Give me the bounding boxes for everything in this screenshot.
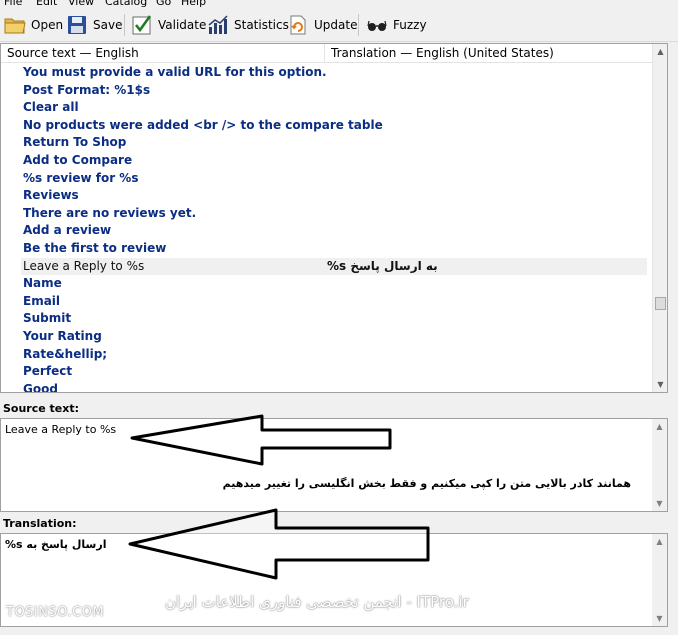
menu-help[interactable]: Help <box>181 0 206 8</box>
list-item[interactable]: Submit <box>21 310 647 328</box>
menu-edit[interactable]: Edit <box>36 0 57 8</box>
save-button[interactable]: Save <box>66 12 122 38</box>
translation-scrollbar[interactable]: ▲ ▼ <box>652 534 667 626</box>
column-header-translation[interactable]: Translation — English (United States) <box>331 46 554 60</box>
annotation-arrow-icon <box>130 414 392 466</box>
source-scrollbar[interactable]: ▲ ▼ <box>652 419 667 511</box>
list-item[interactable]: Leave a Reply to %s %s به ارسال پاسخ <box>21 257 647 276</box>
list-item-source: Email <box>23 293 61 308</box>
list-item[interactable]: Name <box>21 275 647 293</box>
column-divider[interactable] <box>324 44 325 63</box>
list-item[interactable]: Rate&hellip; <box>21 346 647 364</box>
scroll-up-icon[interactable]: ▲ <box>652 534 667 549</box>
folder-icon <box>4 18 26 34</box>
list-item[interactable]: Post Format: %1$s <box>21 82 647 100</box>
list-item[interactable]: Your Rating <box>21 328 647 346</box>
list-item[interactable]: There are no reviews yet. <box>21 205 647 223</box>
list-item-source: Submit <box>23 311 72 326</box>
document-refresh-icon <box>290 15 306 35</box>
list-item-source: No products were added <br /> to the com… <box>23 117 383 132</box>
annotation-arrow-icon <box>128 508 430 580</box>
watermark-right: ITPro.ir - انجمن تخصصی فناوری اطلاعات ای… <box>165 593 469 611</box>
list-item-source: %s review for %s <box>23 170 139 185</box>
list-item[interactable]: Reviews <box>21 187 647 205</box>
list-item[interactable]: Add a review <box>21 222 647 240</box>
validate-label: Validate <box>158 18 207 32</box>
validate-button[interactable]: Validate <box>131 12 206 38</box>
list-item[interactable]: Return To Shop <box>21 134 647 152</box>
list-item-source: Leave a Reply to %s <box>23 258 145 273</box>
menu-catalog[interactable]: Catalog <box>105 0 147 8</box>
open-button[interactable]: Open <box>4 12 63 38</box>
save-label: Save <box>93 18 123 32</box>
list-item-source: Add to Compare <box>23 153 133 167</box>
annotation-note: همانند کادر بالایی متن را کپی میکنیم و ف… <box>222 477 631 490</box>
list-item-source: You must provide a valid URL for this op… <box>23 65 327 79</box>
open-label: Open <box>31 18 64 32</box>
list-item-source: Rate&hellip; <box>23 346 108 361</box>
source-text-value: Leave a Reply to %s <box>5 423 117 436</box>
scroll-down-icon[interactable]: ▼ <box>652 496 667 511</box>
list-item[interactable]: Good <box>21 381 647 393</box>
menu-view[interactable]: View <box>68 0 94 8</box>
fuzzy-button[interactable]: Fuzzy <box>366 12 427 38</box>
list-scrollbar[interactable]: ▲ ▼ <box>652 44 667 392</box>
strings-list[interactable]: Source text — English Translation — Engl… <box>0 43 668 393</box>
list-item-source: There are no reviews yet. <box>23 205 197 220</box>
list-item-source: Perfect <box>23 364 73 379</box>
scroll-down-icon[interactable]: ▼ <box>652 611 667 626</box>
list-item[interactable]: Email <box>21 293 647 311</box>
list-item[interactable]: Add to Compare <box>21 152 647 170</box>
column-header-source[interactable]: Source text — English <box>7 46 139 60</box>
list-item[interactable]: You must provide a valid URL for this op… <box>21 64 647 82</box>
list-item[interactable]: Be the first to review <box>21 240 647 258</box>
list-item-source: Reviews <box>23 188 79 203</box>
list-item[interactable]: %s review for %s <box>21 170 647 188</box>
update-label: Update <box>314 18 358 32</box>
list-item[interactable]: Perfect <box>21 363 647 381</box>
floppy-disk-icon <box>68 16 86 34</box>
list-item-source: Return To Shop <box>23 135 127 150</box>
list-header: Source text — English Translation — Engl… <box>1 44 653 63</box>
list-item-translation: %s به ارسال پاسخ <box>327 258 438 273</box>
statistics-label: Statistics <box>234 18 289 32</box>
scroll-thumb[interactable] <box>655 297 666 310</box>
translation-label: Translation: <box>3 517 77 530</box>
list-item-source: Post Format: %1$s <box>23 82 151 97</box>
scroll-up-icon[interactable]: ▲ <box>653 44 667 59</box>
menu-go[interactable]: Go <box>156 0 171 8</box>
list-item-source: Add a review <box>23 223 112 238</box>
list-item-source: Name <box>23 276 62 291</box>
list-rows: You must provide a valid URL for this op… <box>1 63 653 393</box>
statistics-button[interactable]: Statistics <box>207 12 289 38</box>
list-item-source: Clear all <box>23 100 79 115</box>
toolbar-separator <box>358 14 359 36</box>
fuzzy-label: Fuzzy <box>393 18 427 32</box>
scroll-up-icon[interactable]: ▲ <box>652 419 667 434</box>
toolbar-separator <box>124 14 125 36</box>
update-button[interactable]: Update <box>287 12 357 38</box>
source-text-label: Source text: <box>3 402 80 415</box>
list-item[interactable]: Clear all <box>21 99 647 117</box>
toolbar: Open Save Validate Statistics Update Fuz… <box>0 8 678 42</box>
translation-text-value[interactable]: %s ارسال پاسخ به <box>5 538 106 551</box>
checkbox-check-icon <box>132 15 152 35</box>
watermark-left: TOSINSO.COM <box>6 605 105 620</box>
list-item-source: Be the first to review <box>23 241 167 255</box>
menu-file[interactable]: File <box>4 0 22 8</box>
list-item-source: Your Rating <box>23 329 102 343</box>
list-item-source: Good <box>23 381 58 393</box>
bar-chart-icon <box>208 15 228 34</box>
menu-bar: File Edit View Catalog Go Help <box>0 0 678 8</box>
list-item[interactable]: No products were added <br /> to the com… <box>21 117 647 135</box>
glasses-icon <box>367 20 387 31</box>
scroll-down-icon[interactable]: ▼ <box>653 377 667 392</box>
